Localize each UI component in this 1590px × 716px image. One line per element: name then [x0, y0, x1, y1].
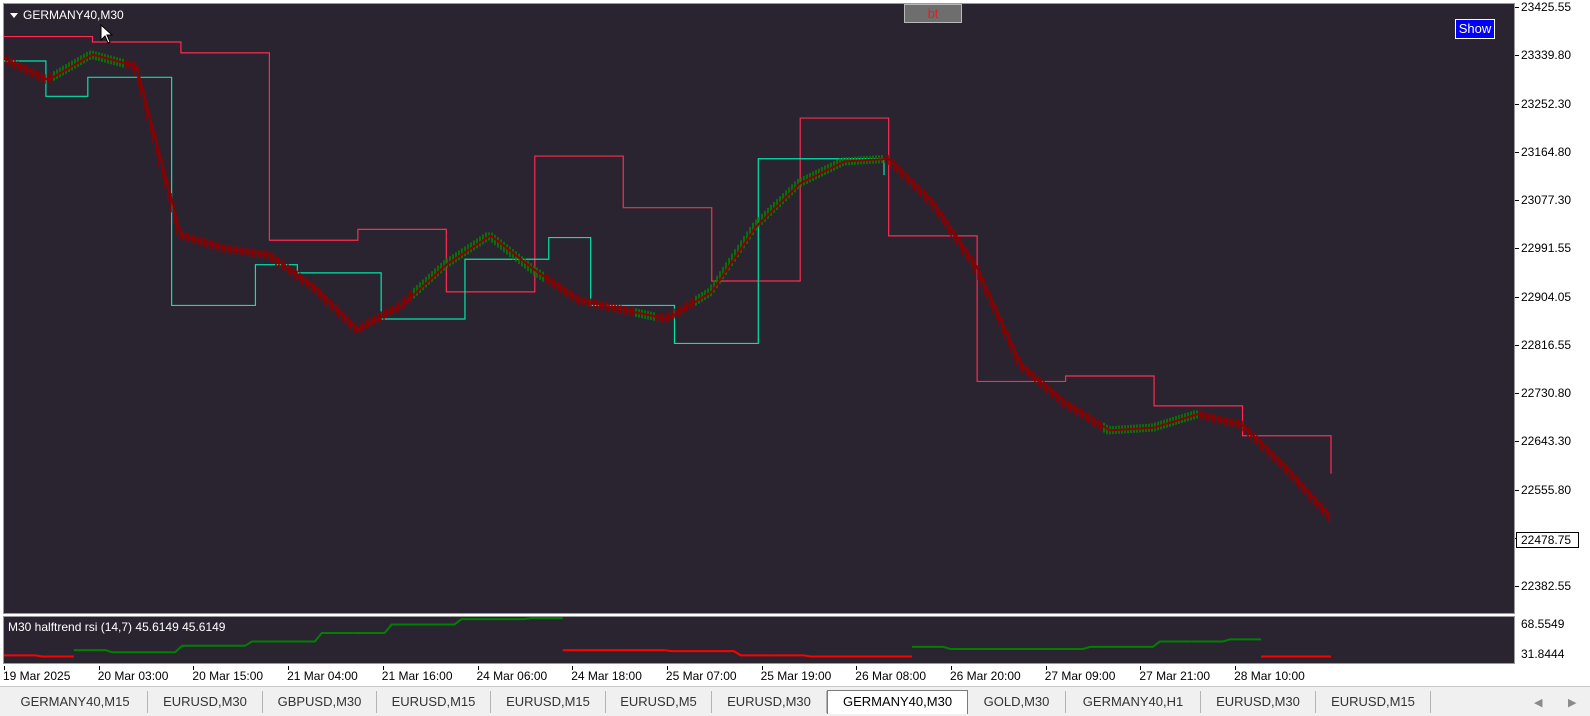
price-tick: [1515, 489, 1519, 491]
rsi-level-label: 68.5549: [1521, 617, 1565, 631]
price-tick: [1515, 200, 1519, 201]
time-label: 26 Mar 20:00: [950, 669, 1021, 683]
time-label: 24 Mar 18:00: [571, 669, 642, 683]
price-label: 22382.55: [1521, 579, 1572, 593]
rsi-up-segment: [283, 632, 354, 643]
trend-bars: [5, 50, 1330, 523]
price-tick: [1515, 151, 1519, 153]
dropdown-triangle-icon[interactable]: [10, 13, 18, 19]
tab-eurusd-m30[interactable]: EURUSD,M30: [1201, 691, 1316, 713]
price-tick: [1515, 7, 1519, 8]
time-label: 25 Mar 19:00: [760, 669, 832, 683]
indicator-label: M30 halftrend rsi (14,7) 45.6149 45.6149: [8, 620, 226, 634]
current-price-label: 22478.75: [1516, 532, 1579, 548]
chart-tab-bar: GERMANY40,M15 EURUSD,M30 GBPUSD,M30 EURUSD,…: [0, 686, 1590, 716]
halftrend-line: [4, 53, 1331, 517]
rsi-down-segment: [632, 649, 703, 653]
rsi-level-label: 31.8444: [1521, 647, 1565, 661]
price-tick: [1515, 393, 1519, 394]
rsi-up-segment: [423, 618, 493, 626]
time-label: 24 Mar 06:00: [476, 669, 548, 683]
price-label: 22991.55: [1521, 241, 1572, 256]
rsi-up-segment: [911, 645, 982, 650]
price-label: 22555.80: [1521, 482, 1572, 497]
time-label: 27 Mar 21:00: [1139, 669, 1211, 683]
lower-channel-line: [4, 60, 885, 345]
rsi-up-segment: [143, 644, 214, 654]
rsi-up-segment: [73, 649, 144, 654]
main-chart-panel[interactable]: GERMANY40,M30 bt Show: [3, 3, 1515, 614]
tab-gold-m30[interactable]: GOLD,M30: [968, 691, 1066, 713]
price-label: 22643.30: [1521, 434, 1572, 449]
price-label: 22904.05: [1521, 289, 1572, 304]
price-axis[interactable]: 23425.55 23339.80 23252.30 23164.80 23077.30…: [1515, 0, 1590, 666]
price-chart[interactable]: [4, 4, 1515, 614]
tab-eurusd-m30[interactable]: EURUSD,M30: [148, 691, 263, 713]
tab-gbpusd-m30[interactable]: GBPUSD,M30: [263, 691, 377, 713]
tab-germany40-m15[interactable]: GERMANY40,M15: [3, 691, 148, 713]
time-label: 28 Mar 10:00: [1234, 669, 1305, 683]
price-label: 23077.30: [1521, 193, 1572, 207]
price-label: 23425.55: [1521, 0, 1572, 14]
time-label: 25 Mar 07:00: [665, 669, 737, 683]
rsi-up-segment: [213, 640, 284, 647]
indicator-panel[interactable]: M30 halftrend rsi (14,7) 45.6149 45.6149: [3, 616, 1515, 664]
tab-eurusd-m15[interactable]: EURUSD,M15: [491, 691, 606, 713]
price-label: 23339.80: [1521, 48, 1572, 63]
rsi-up-segment: [1051, 645, 1122, 650]
rsi-up-segment: [492, 617, 563, 621]
tab-germany40-h1[interactable]: GERMANY40,H1: [1066, 691, 1201, 713]
rsi-down-segment: [702, 650, 773, 657]
price-tick: [1515, 248, 1519, 250]
time-label: 26 Mar 08:00: [855, 669, 927, 683]
rsi-down-segment: [772, 654, 843, 658]
time-axis[interactable]: 19 Mar 2025 20 Mar 03:00 20 Mar 15:00 21 Ma…: [0, 666, 1515, 686]
price-tick: [1515, 441, 1519, 443]
time-label: 27 Mar 09:00: [1044, 669, 1116, 683]
time-label: 21 Mar 16:00: [381, 669, 453, 683]
tab-eurusd-m15[interactable]: EURUSD,M15: [377, 691, 491, 713]
price-label: 23252.30: [1521, 96, 1572, 111]
tab-eurusd-m5[interactable]: EURUSD,M5: [606, 691, 712, 713]
rsi-down-segment: [4, 654, 74, 658]
mouse-cursor-icon: [100, 24, 114, 44]
rsi-up-segment: [1121, 640, 1192, 648]
symbol-title[interactable]: GERMANY40,M30: [10, 8, 124, 22]
price-tick: [1515, 55, 1519, 57]
rsi-up-segment: [353, 623, 424, 634]
show-button[interactable]: Show: [1455, 19, 1495, 39]
tab-eurusd-m30[interactable]: EURUSD,M30: [712, 691, 827, 713]
chevron-left-icon[interactable]: ◀: [1534, 696, 1542, 709]
chart-window[interactable]: GERMANY40,M30 bt Show M30 halftrend rsi …: [0, 0, 1590, 686]
rsi-up-segment: [1191, 638, 1262, 643]
bt-button[interactable]: bt: [904, 4, 962, 23]
time-label: 21 Mar 04:00: [287, 669, 358, 683]
price-label: 22816.55: [1521, 337, 1572, 352]
price-label: 23164.80: [1521, 144, 1572, 159]
time-label: 20 Mar 15:00: [192, 669, 264, 683]
upper-channel-line: [4, 35, 1332, 474]
price-tick: [1515, 586, 1519, 587]
chevron-right-icon[interactable]: ▶: [1568, 696, 1576, 709]
price-label: 22730.80: [1521, 386, 1572, 400]
price-tick: [1515, 344, 1519, 346]
time-label: 20 Mar 03:00: [97, 669, 169, 683]
price-tick: [1515, 103, 1519, 105]
time-label: 19 Mar 2025: [3, 669, 71, 683]
price-tick: [1515, 296, 1519, 298]
tab-eurusd-m15[interactable]: EURUSD,M15: [1316, 691, 1431, 713]
tab-germany40-m30[interactable]: GERMANY40,M30: [827, 690, 968, 714]
rsi-chart[interactable]: [4, 617, 1515, 664]
symbol-title-text: GERMANY40,M30: [23, 8, 124, 22]
